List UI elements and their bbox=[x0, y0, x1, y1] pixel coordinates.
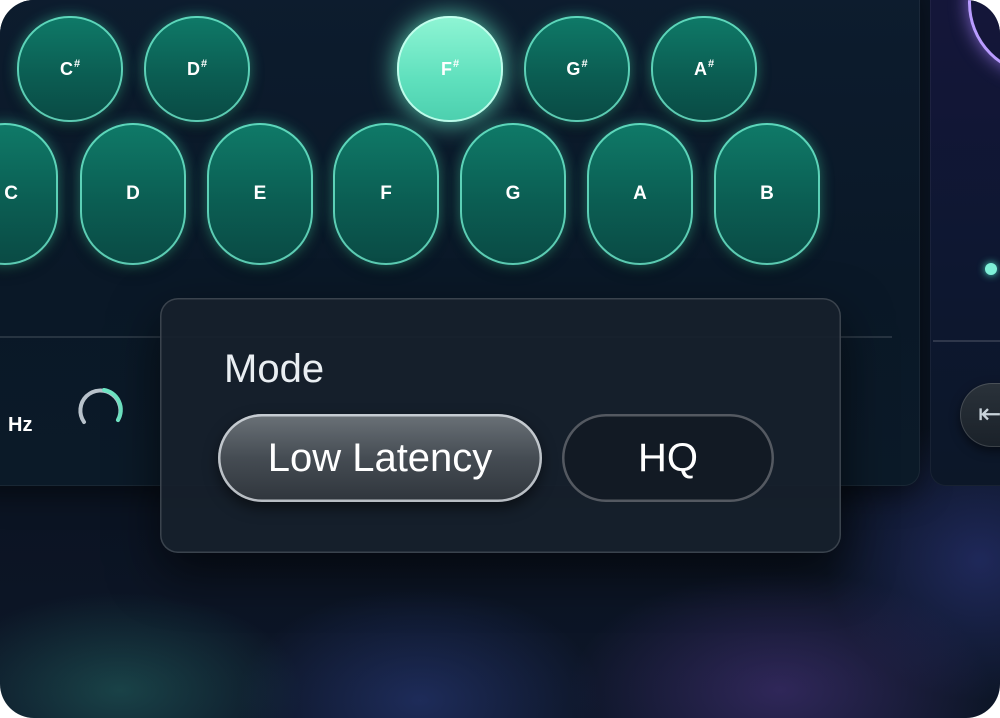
key-g[interactable]: G bbox=[460, 123, 566, 265]
sharp-symbol: # bbox=[200, 58, 208, 70]
key-label: C bbox=[59, 58, 73, 79]
key-label: A bbox=[693, 58, 707, 79]
key-label: G bbox=[566, 58, 581, 79]
key-label: F bbox=[380, 183, 392, 204]
app-window: ⇤ C # D # F # G # A # C D E F G A B Hz M… bbox=[0, 0, 1000, 718]
key-a-sharp[interactable]: A # bbox=[651, 16, 757, 122]
key-label: G bbox=[505, 183, 521, 204]
hq-button[interactable]: HQ bbox=[562, 414, 774, 502]
key-label: B bbox=[760, 183, 774, 204]
sharp-symbol: # bbox=[73, 58, 81, 70]
key-label: C bbox=[4, 183, 18, 204]
key-f[interactable]: F bbox=[333, 123, 439, 265]
key-f-sharp[interactable]: F # bbox=[397, 16, 503, 122]
key-a[interactable]: A bbox=[587, 123, 693, 265]
key-b[interactable]: B bbox=[714, 123, 820, 265]
frequency-unit-label: Hz bbox=[8, 414, 33, 436]
mode-title: Mode bbox=[224, 347, 325, 391]
key-d-sharp[interactable]: D # bbox=[144, 16, 250, 122]
sharp-symbol: # bbox=[581, 58, 588, 70]
status-indicator-dot bbox=[985, 263, 997, 275]
low-latency-button[interactable]: Low Latency bbox=[218, 414, 542, 502]
arrow-left-icon: ⇤ bbox=[978, 398, 1000, 429]
side-divider bbox=[933, 340, 1000, 342]
key-d[interactable]: D bbox=[80, 123, 186, 265]
sharp-symbol: # bbox=[707, 58, 715, 70]
key-c-sharp[interactable]: C # bbox=[17, 16, 123, 122]
key-label: D bbox=[126, 183, 140, 204]
key-label: D bbox=[186, 58, 200, 79]
key-label: A bbox=[633, 183, 647, 204]
knob-icon[interactable] bbox=[74, 382, 126, 434]
key-e[interactable]: E bbox=[207, 123, 313, 265]
key-label: F bbox=[440, 58, 452, 79]
key-label: E bbox=[253, 183, 267, 204]
sharp-symbol: # bbox=[452, 58, 460, 70]
key-g-sharp[interactable]: G # bbox=[524, 16, 630, 122]
